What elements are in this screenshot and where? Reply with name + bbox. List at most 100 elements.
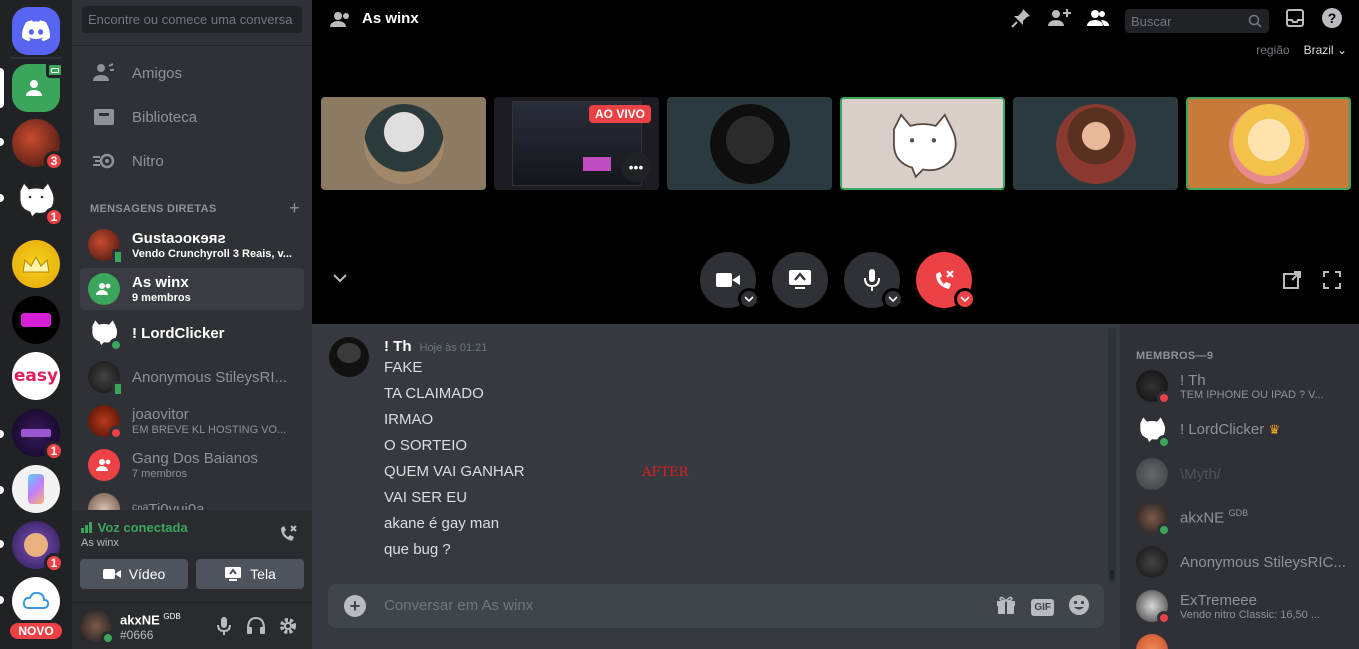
video-button[interactable]: Vídeo	[80, 559, 188, 589]
gift-icon[interactable]	[995, 594, 1017, 621]
unread-indicator	[0, 486, 4, 494]
member-list: MEMBROS—9 ! Th TEM IPHONE OU IPAD ? V... …	[1120, 324, 1359, 649]
nav-item-nitro[interactable]: Nitro	[80, 140, 304, 182]
disconnect-phone-icon	[936, 270, 954, 289]
pin-icon[interactable]	[1011, 8, 1031, 33]
participant-avatar	[1055, 103, 1136, 184]
dm-item[interactable]: joaovitor EM BREVE KL HOSTING VO...	[80, 400, 304, 442]
nav-item-library[interactable]: Biblioteca	[80, 96, 304, 138]
dm-item[interactable]: Gang Dos Baianos 7 membros	[80, 444, 304, 486]
leave-options-chevron[interactable]	[954, 288, 976, 310]
participant-tile[interactable]	[667, 97, 832, 190]
member-item[interactable]: ! Th TEM IPHONE OU IPAD ? V...	[1128, 364, 1352, 408]
collapse-chevron-icon[interactable]	[332, 270, 348, 288]
discord-home-button[interactable]	[12, 7, 60, 55]
member-avatar	[1136, 590, 1171, 625]
friends-icon	[26, 80, 42, 96]
voice-channel-name[interactable]: As winx	[81, 537, 119, 549]
member-item[interactable]: Anonymous StileysRIC...	[1128, 540, 1352, 584]
server-icon-8[interactable]: 1	[12, 521, 64, 573]
participant-tile[interactable]	[321, 97, 486, 190]
more-options-button[interactable]: •••	[621, 152, 651, 182]
call-header: As winx	[330, 10, 419, 27]
screen-share-toggle-button[interactable]	[772, 252, 828, 308]
server-icon-2[interactable]: 1	[12, 175, 64, 227]
server-icon-3[interactable]	[12, 240, 60, 288]
member-item[interactable]: ExTremeee Vendo nitro Classic: 16,50 ...	[1128, 584, 1352, 628]
scrollbar-thumb[interactable]	[1110, 570, 1114, 580]
sidebar-separator	[72, 45, 312, 46]
server-icon-4[interactable]	[12, 296, 60, 344]
selected-indicator	[0, 68, 4, 108]
message-line: QUEM VAI GANHAR	[384, 463, 525, 480]
message-line: FAKE	[384, 359, 423, 376]
dm-home-button[interactable]	[12, 62, 64, 112]
camera-options-chevron[interactable]	[738, 288, 760, 310]
neon-logo-icon	[21, 313, 51, 327]
member-list-icon[interactable]	[1087, 9, 1109, 32]
participant-tile-stream[interactable]: AO VIVO •••	[494, 97, 659, 190]
inbox-icon[interactable]	[1285, 8, 1305, 33]
participant-tile-speaking[interactable]	[840, 97, 1005, 190]
create-dm-plus-icon[interactable]: +	[289, 198, 300, 219]
popout-icon[interactable]	[1282, 270, 1302, 295]
dm-name: Gang Dos Baianos	[132, 449, 258, 467]
member-item-offline[interactable]: \Myth/	[1128, 452, 1352, 496]
dm-item[interactable]: ! LordClicker	[80, 312, 304, 354]
disconnect-phone-icon[interactable]	[278, 524, 298, 549]
server-icon-7[interactable]	[12, 465, 60, 513]
message-scrollbar[interactable]	[1108, 328, 1116, 582]
group-avatar	[88, 449, 120, 481]
user-tag: GDB	[163, 612, 181, 621]
server-icon-6[interactable]: 1	[12, 409, 64, 461]
dm-name: Anonymous StileysRI...	[132, 368, 288, 386]
participant-tile[interactable]	[1013, 97, 1178, 190]
message-author-avatar[interactable]	[329, 337, 369, 377]
dm-item[interactable]: Anonymous StileysRI...	[80, 356, 304, 398]
message-input[interactable]: Conversar em As winx	[384, 597, 533, 614]
server-icon-easy[interactable]: easy	[12, 352, 60, 400]
member-item[interactable]: ! LordClicker ♛	[1128, 408, 1352, 452]
screen-share-button[interactable]: Tela	[196, 559, 304, 589]
gif-button[interactable]: GIF	[1031, 599, 1054, 616]
emoji-icon[interactable]	[1068, 594, 1090, 621]
username-text: akxNE	[120, 612, 160, 628]
microphone-icon[interactable]	[217, 616, 231, 641]
mute-toggle-button[interactable]	[844, 252, 904, 310]
mic-options-chevron[interactable]	[882, 288, 904, 310]
mobile-status-icon	[112, 249, 124, 265]
message-header: ! Th Hoje às 01:21	[384, 338, 487, 355]
user-avatar[interactable]	[80, 610, 115, 645]
dm-item-selected[interactable]: As winx 9 membros	[80, 268, 304, 310]
server-icon-1[interactable]: 3	[12, 119, 64, 171]
server-icon-nice-store[interactable]	[12, 577, 60, 625]
leave-call-button[interactable]	[916, 252, 976, 310]
upload-plus-icon[interactable]: +	[344, 595, 366, 617]
crown-icon	[22, 255, 50, 273]
member-item-partial[interactable]	[1128, 628, 1352, 649]
live-badge: AO VIVO	[588, 105, 651, 123]
dm-name: joaovitor	[132, 405, 189, 423]
screen-share-label: Tela	[250, 566, 276, 582]
nav-item-friends[interactable]: Amigos	[80, 52, 304, 94]
region-selector[interactable]: região Brazil ⌄	[1256, 43, 1347, 57]
mention-badge: 1	[44, 207, 64, 227]
message-line: que bug ?	[384, 541, 451, 558]
avatar-face-icon	[24, 533, 48, 557]
discord-app: 3 1 easy 1 1 NOVO Encontre ou comece uma…	[0, 0, 1359, 649]
help-icon[interactable]: ?	[1321, 7, 1343, 34]
header-search-input[interactable]: Buscar	[1125, 8, 1269, 33]
fullscreen-icon[interactable]	[1322, 270, 1342, 295]
conversation-search-input[interactable]: Encontre ou comece uma conversa	[82, 6, 302, 33]
screen-share-icon	[789, 270, 811, 289]
gear-icon[interactable]	[278, 616, 298, 641]
member-item[interactable]: akxNE GDB	[1128, 496, 1352, 540]
camera-toggle-button[interactable]	[700, 252, 760, 310]
message-composer[interactable]: + Conversar em As winx GIF	[328, 584, 1104, 628]
message-author[interactable]: ! Th	[384, 338, 412, 355]
headphones-icon[interactable]	[246, 616, 266, 641]
dm-item[interactable]: Gustaɔoĸɘяƨ Vendo Crunchyroll 3 Reais, v.…	[80, 224, 304, 266]
avatar	[88, 405, 123, 440]
participant-tile-speaking[interactable]	[1186, 97, 1351, 190]
add-friend-to-dm-icon[interactable]	[1047, 8, 1071, 33]
